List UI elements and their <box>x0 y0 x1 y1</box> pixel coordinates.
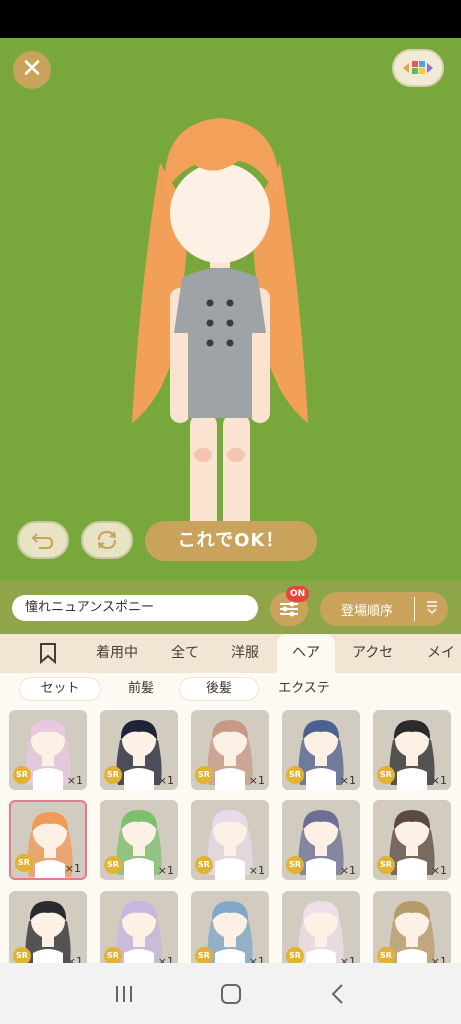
hair-item-card[interactable]: SR ×1 <box>100 710 178 790</box>
avatar-figure <box>132 118 308 552</box>
system-nav-bar <box>0 963 461 1024</box>
rarity-badge: SR <box>286 947 304 963</box>
item-quantity: ×1 <box>430 955 447 963</box>
item-quantity: ×1 <box>248 774 265 787</box>
hair-item-card[interactable]: SR ×1 <box>373 800 451 880</box>
item-quantity: ×1 <box>339 774 356 787</box>
tab-all[interactable]: 全て <box>171 634 199 673</box>
hair-item-card[interactable]: SR ×1 <box>9 891 87 963</box>
hair-item-card[interactable]: SR ×1 <box>191 710 269 790</box>
rarity-badge: SR <box>286 766 304 784</box>
item-quantity: ×1 <box>430 774 447 787</box>
tab-bookmark[interactable] <box>38 634 64 673</box>
rarity-badge: SR <box>377 947 395 963</box>
bookmark-icon <box>40 643 56 665</box>
rarity-badge: SR <box>104 766 122 784</box>
rarity-badge: SR <box>104 856 122 874</box>
tab-hair[interactable]: ヘア <box>277 634 335 673</box>
sort-divider <box>414 597 415 621</box>
home-icon <box>220 983 241 1004</box>
item-grid: SR ×1 SR ×1 SR ×1 SR ×1 SR ×1 SR ×1 SR ×1 SR ×1 SR ×1 SR ×1… <box>0 705 461 963</box>
sort-order-icon[interactable] <box>415 599 448 619</box>
hair-item-card[interactable]: SR ×1 <box>9 800 87 880</box>
rarity-badge: SR <box>13 766 31 784</box>
subtab-back-hair[interactable]: 後髪 <box>180 678 258 700</box>
rarity-badge: SR <box>377 766 395 784</box>
back-icon <box>331 983 343 1004</box>
rotate-button[interactable] <box>81 521 133 559</box>
item-quantity: ×1 <box>157 864 174 877</box>
item-name-field[interactable]: 憧れニュアンスポニー <box>12 595 258 621</box>
item-quantity: ×1 <box>248 864 265 877</box>
sort-label: 登場順序 <box>340 603 393 619</box>
item-quantity: ×1 <box>248 955 265 963</box>
rarity-badge: SR <box>195 766 213 784</box>
hair-item-card[interactable]: SR ×1 <box>282 710 360 790</box>
color-grid-icon <box>403 61 433 74</box>
subtab-extensions[interactable]: エクステ <box>268 678 340 700</box>
home-button[interactable] <box>211 974 251 1014</box>
tab-clothes[interactable]: 洋服 <box>231 634 259 673</box>
item-quantity: ×1 <box>66 955 83 963</box>
hair-item-card[interactable]: SR ×1 <box>9 710 87 790</box>
tab-wearing[interactable]: 着用中 <box>96 634 138 673</box>
rarity-badge: SR <box>104 947 122 963</box>
tab-makeup[interactable]: メイク <box>427 634 461 700</box>
undo-icon <box>31 533 54 549</box>
rarity-badge: SR <box>15 854 33 872</box>
hair-item-card[interactable]: SR ×1 <box>100 800 178 880</box>
item-quantity: ×1 <box>339 864 356 877</box>
hair-item-card[interactable]: SR ×1 <box>373 891 451 963</box>
rarity-badge: SR <box>286 856 304 874</box>
avatar-stage: ✕ これでOK！ <box>0 38 461 580</box>
hair-item-card[interactable]: SR ×1 <box>191 891 269 963</box>
subtab-set[interactable]: セット <box>20 678 100 700</box>
subtab-bangs[interactable]: 前髪 <box>110 678 172 700</box>
rarity-badge: SR <box>195 856 213 874</box>
rarity-badge: SR <box>195 947 213 963</box>
hair-item-card[interactable]: SR ×1 <box>191 800 269 880</box>
sliders-icon <box>280 601 298 617</box>
item-quantity: ×1 <box>157 774 174 787</box>
back-button[interactable] <box>318 974 358 1014</box>
color-grid-button[interactable] <box>392 49 444 87</box>
confirm-ok-button[interactable]: これでOK！ <box>145 521 317 561</box>
item-quantity: ×1 <box>157 955 174 963</box>
status-bar <box>0 0 461 38</box>
item-quantity: ×1 <box>64 862 81 875</box>
rotate-icon <box>98 530 116 550</box>
recent-apps-button[interactable] <box>104 974 144 1014</box>
item-quantity: ×1 <box>430 864 447 877</box>
category-tabs: 着用中 全て 洋服 ヘア アクセ メイク <box>0 634 461 700</box>
rarity-badge: SR <box>377 856 395 874</box>
item-quantity: ×1 <box>339 955 356 963</box>
filter-on-badge: ON <box>286 586 310 602</box>
tab-accessories[interactable]: アクセ <box>352 634 393 673</box>
item-quantity: ×1 <box>66 774 83 787</box>
recent-apps-icon <box>115 985 132 1002</box>
sort-button[interactable]: 登場順序 <box>320 592 448 626</box>
close-button[interactable]: ✕ <box>13 51 51 89</box>
hair-item-card[interactable]: SR ×1 <box>282 800 360 880</box>
hair-item-card[interactable]: SR ×1 <box>282 891 360 963</box>
filter-bar: 憧れニュアンスポニー ON 登場順序 <box>0 580 461 634</box>
hair-item-card[interactable]: SR ×1 <box>100 891 178 963</box>
rarity-badge: SR <box>13 947 31 963</box>
undo-button[interactable] <box>17 521 69 559</box>
hair-item-card[interactable]: SR ×1 <box>373 710 451 790</box>
subcategory-tabs: セット 前髪 後髪 エクステ <box>0 673 461 705</box>
close-icon: ✕ <box>21 54 43 84</box>
